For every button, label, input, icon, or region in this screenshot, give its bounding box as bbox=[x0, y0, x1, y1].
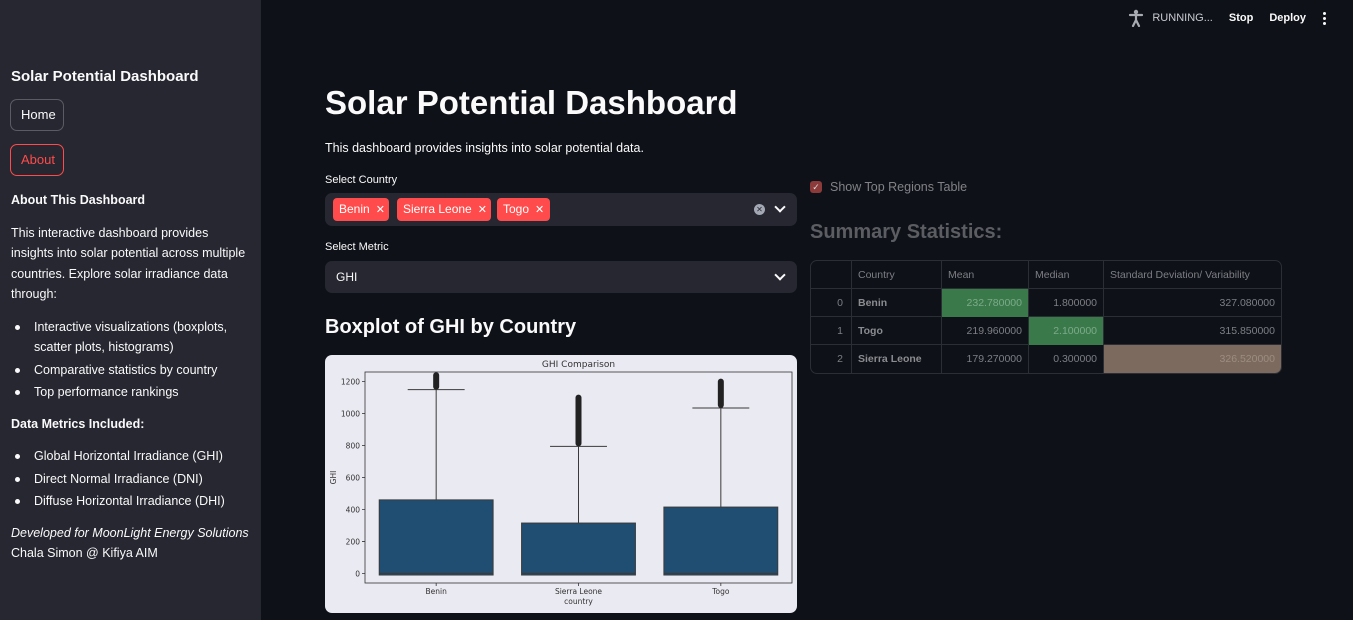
table-row: 0 Benin 232.780000 1.800000 327.080000 bbox=[811, 289, 1281, 317]
chip-label: Benin bbox=[339, 202, 370, 216]
list-item: Comparative statistics by country bbox=[11, 360, 251, 381]
table-header-country[interactable]: Country bbox=[852, 261, 942, 289]
table-cell: 2 bbox=[811, 345, 852, 373]
chart-title: GHI Comparison bbox=[542, 360, 615, 370]
table-header-index bbox=[811, 261, 852, 289]
list-item: Global Horizontal Irradiance (GHI) bbox=[11, 446, 251, 467]
running-status: RUNNING... bbox=[1128, 9, 1213, 27]
x-tick-label: Togo bbox=[711, 587, 730, 596]
x-tick-label: Sierra Leone bbox=[555, 587, 602, 596]
checkbox-checked-icon[interactable]: ✓ bbox=[810, 181, 822, 193]
table-header-row: Country Mean Median Standard Deviation/ … bbox=[811, 261, 1281, 289]
table-cell: Sierra Leone bbox=[852, 345, 942, 373]
chip-sierra-leone[interactable]: Sierra Leone ✕ bbox=[397, 198, 491, 221]
box bbox=[378, 499, 494, 576]
x-tick-label: Benin bbox=[425, 587, 447, 596]
running-label: RUNNING... bbox=[1152, 12, 1213, 24]
metric-select-value: GHI bbox=[336, 270, 358, 284]
table-cell: 179.270000 bbox=[942, 345, 1029, 373]
about-heading: About This Dashboard bbox=[11, 193, 146, 207]
table-cell: 1.800000 bbox=[1029, 289, 1104, 317]
y-tick-label: 400 bbox=[346, 505, 361, 514]
sidebar: Solar Potential Dashboard Home About Abo… bbox=[0, 0, 261, 620]
metric-select[interactable]: GHI bbox=[325, 261, 797, 293]
table-row: 2 Sierra Leone 179.270000 0.300000 326.5… bbox=[811, 345, 1281, 373]
table-row: 1 Togo 219.960000 2.100000 315.850000 bbox=[811, 317, 1281, 345]
y-tick-label: 800 bbox=[346, 442, 361, 451]
table-cell: 1 bbox=[811, 317, 852, 345]
chip-label: Togo bbox=[503, 202, 530, 216]
chip-label: Sierra Leone bbox=[403, 202, 472, 216]
developed-for: Developed for MoonLight Energy Solutions bbox=[11, 525, 249, 540]
about-text: This interactive dashboard provides insi… bbox=[11, 225, 246, 302]
metric-select-label: Select Metric bbox=[325, 241, 389, 253]
boxplot-svg: GHI Comparison 0 200 400 600 800 1000 1200 GHI Be… bbox=[329, 360, 793, 606]
about-button[interactable]: About bbox=[10, 144, 64, 176]
boxplot-heading: Boxplot of GHI by Country bbox=[325, 316, 577, 338]
stop-button[interactable]: Stop bbox=[1229, 12, 1253, 24]
y-tick-label: 0 bbox=[355, 569, 360, 578]
list-item: Diffuse Horizontal Irradiance (DHI) bbox=[11, 491, 251, 512]
clear-all-icon[interactable]: ✕ bbox=[754, 204, 765, 215]
top-regions-checkbox-row[interactable]: ✓ Show Top Regions Table bbox=[810, 180, 967, 194]
country-multiselect[interactable]: Benin ✕ Sierra Leone ✕ Togo ✕ ✕ bbox=[325, 193, 797, 226]
running-man-icon bbox=[1129, 9, 1144, 27]
table-header-std[interactable]: Standard Deviation/ Variability bbox=[1104, 261, 1281, 289]
table-cell: Benin bbox=[852, 289, 942, 317]
summary-title: Summary Statistics: bbox=[810, 221, 1003, 243]
home-button[interactable]: Home bbox=[10, 99, 64, 131]
chip-benin[interactable]: Benin ✕ bbox=[333, 198, 389, 221]
table-cell: 0 bbox=[811, 289, 852, 317]
y-tick-label: 1200 bbox=[341, 378, 360, 387]
about-section: About This Dashboard This interactive da… bbox=[11, 190, 251, 564]
top-toolbar: RUNNING... Stop Deploy bbox=[1128, 0, 1353, 36]
table-cell: Togo bbox=[852, 317, 942, 345]
chevron-down-icon[interactable] bbox=[774, 201, 786, 213]
list-item: Top performance rankings bbox=[11, 382, 251, 403]
summary-table: Country Mean Median Standard Deviation/ … bbox=[810, 260, 1282, 374]
table-cell: 327.080000 bbox=[1219, 297, 1275, 309]
x-axis-label: country bbox=[564, 597, 593, 606]
table-cell: 219.960000 bbox=[942, 317, 1029, 345]
main-menu-icon[interactable] bbox=[1322, 11, 1326, 25]
remove-chip-icon[interactable]: ✕ bbox=[376, 199, 385, 222]
y-tick-label: 1000 bbox=[341, 410, 360, 419]
table-header-median[interactable]: Median bbox=[1029, 261, 1104, 289]
table-cell: 315.850000 bbox=[1219, 325, 1275, 337]
chip-togo[interactable]: Togo ✕ bbox=[497, 198, 550, 221]
chevron-down-icon[interactable] bbox=[774, 269, 786, 281]
y-tick-label: 600 bbox=[346, 474, 361, 483]
table-header-mean[interactable]: Mean bbox=[942, 261, 1029, 289]
metrics-list: Global Horizontal Irradiance (GHI) Direc… bbox=[11, 446, 251, 512]
y-axis-label: GHI bbox=[329, 471, 338, 485]
list-item: Interactive visualizations (boxplots, sc… bbox=[11, 317, 251, 358]
top-regions-label: Show Top Regions Table bbox=[830, 180, 968, 194]
remove-chip-icon[interactable]: ✕ bbox=[478, 199, 487, 222]
list-item: Direct Normal Irradiance (DNI) bbox=[11, 469, 251, 490]
y-tick-label: 200 bbox=[346, 537, 361, 546]
author: Chala Simon @ Kifiya AIM bbox=[11, 546, 158, 560]
table-cell: 232.780000 bbox=[942, 289, 1029, 317]
metrics-heading: Data Metrics Included: bbox=[11, 416, 145, 431]
table-cell: 0.300000 bbox=[1029, 345, 1104, 373]
table-cell: 326.520000 bbox=[1104, 345, 1281, 373]
boxplot-chart: GHI Comparison 0 200 400 600 800 1000 1200 GHI Be… bbox=[325, 355, 797, 613]
page-title: Solar Potential Dashboard bbox=[325, 84, 738, 121]
country-select-label: Select Country bbox=[325, 174, 398, 186]
sidebar-title: Solar Potential Dashboard bbox=[11, 68, 199, 85]
table-cell: 2.100000 bbox=[1029, 317, 1104, 345]
intro-text: This dashboard provides insights into so… bbox=[325, 141, 644, 155]
deploy-button[interactable]: Deploy bbox=[1269, 12, 1306, 24]
features-list: Interactive visualizations (boxplots, sc… bbox=[11, 317, 251, 403]
box bbox=[663, 506, 779, 576]
box bbox=[521, 522, 636, 576]
remove-chip-icon[interactable]: ✕ bbox=[535, 199, 544, 222]
